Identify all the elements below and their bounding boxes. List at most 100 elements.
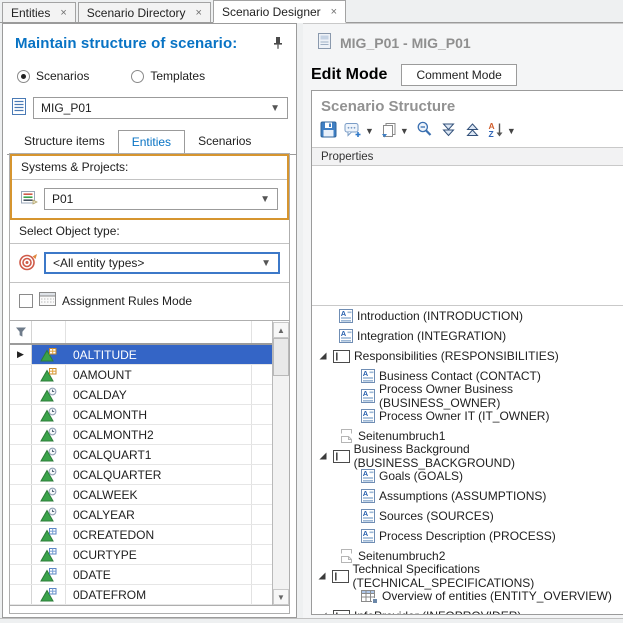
text-node-icon: A [361, 409, 375, 423]
zoom-icon [416, 121, 433, 141]
tab-structure-items[interactable]: Structure items [11, 130, 118, 154]
entity-row[interactable]: 0AMOUNT [10, 365, 272, 385]
copy-button[interactable]: ▼ [380, 121, 410, 142]
structure-toolbar: ▼▼AZ▼ [312, 118, 623, 147]
properties-empty-area [312, 166, 623, 305]
tree-node[interactable]: InfoProvider (INFOPROVIDER) [312, 606, 623, 614]
object-type-label: Select Object type: [10, 220, 289, 244]
entity-row[interactable]: 0CALWEEK [10, 485, 272, 505]
entity-row[interactable]: 0CALQUARTER [10, 465, 272, 485]
entity-list: ▶0ALTITUDE0AMOUNT0CALDAY0CALMONTH0CALMON… [10, 344, 289, 605]
entity-type-icon [32, 485, 66, 504]
collapse-all-button[interactable] [463, 121, 482, 142]
row-indicator [10, 485, 32, 504]
entity-type-icon [32, 585, 66, 604]
entity-scrollbar[interactable]: ▲ ▼ [272, 322, 289, 605]
scenario-dropdown[interactable]: MIG_P01 ▼ [33, 97, 288, 119]
header-cell[interactable] [66, 321, 252, 343]
chevron-down-icon[interactable]: ▼ [400, 126, 409, 136]
tree-node-label: Responsibilities (RESPONSIBILITIES) [354, 349, 559, 363]
entity-type-icon [32, 505, 66, 524]
comment-button[interactable]: ▼ [343, 121, 375, 142]
tree-node[interactable]: Technical Specifications (TECHNICAL_SPEC… [312, 566, 623, 586]
entity-row[interactable]: 0DATE [10, 565, 272, 585]
scroll-down-icon[interactable]: ▼ [273, 589, 289, 605]
entity-name: 0CREATEDON [66, 525, 252, 544]
chevron-down-icon[interactable]: ▼ [507, 126, 516, 136]
entity-type-icon [32, 425, 66, 444]
entity-row[interactable]: 0CALMONTH2 [10, 425, 272, 445]
tree-node-label: Business Contact (CONTACT) [379, 369, 541, 383]
entity-extra-cell [252, 365, 272, 384]
entity-row[interactable]: 0CALYEAR [10, 505, 272, 525]
tree-node[interactable]: AProcess Description (PROCESS) [312, 526, 623, 546]
entity-name: 0CALQUARTER [66, 465, 252, 484]
tab-scenarios-page[interactable]: Scenarios [185, 130, 264, 154]
object-type-dropdown[interactable]: <All entity types> ▼ [44, 252, 280, 274]
save-button[interactable] [319, 120, 338, 142]
radio-scenarios[interactable]: Scenarios [17, 69, 89, 83]
tree-node[interactable]: AIntegration (INTEGRATION) [312, 326, 623, 346]
text-node-icon: A [361, 489, 375, 503]
entity-row[interactable]: 0CALQUART1 [10, 445, 272, 465]
tree-node[interactable]: ASources (SOURCES) [312, 506, 623, 526]
tab-scenario-designer[interactable]: Scenario Designer × [213, 0, 346, 23]
tree-node[interactable]: AAssumptions (ASSUMPTIONS) [312, 486, 623, 506]
tree-node[interactable]: Responsibilities (RESPONSIBILITIES) [312, 346, 623, 366]
expand-arrow-icon[interactable] [317, 351, 329, 361]
header-cell[interactable] [32, 321, 66, 343]
entity-row[interactable]: 0CREATEDON [10, 525, 272, 545]
entity-extra-cell [252, 405, 272, 424]
entity-row[interactable]: 0CALDAY [10, 385, 272, 405]
entity-name: 0CALMONTH [66, 405, 252, 424]
zoom-button[interactable] [415, 120, 434, 142]
tree-node-label: Integration (INTEGRATION) [357, 329, 506, 343]
pin-icon[interactable] [270, 35, 286, 51]
row-indicator [10, 525, 32, 544]
expand-all-button[interactable] [439, 121, 458, 142]
close-icon[interactable]: × [331, 6, 337, 18]
save-icon [320, 121, 337, 141]
svg-text:A: A [363, 389, 369, 398]
tab-entities-page[interactable]: Entities [118, 130, 185, 155]
tree-node[interactable]: Business Background (BUSINESS_BACKGROUND… [312, 446, 623, 466]
radio-templates[interactable]: Templates [131, 69, 205, 83]
assignment-rules-label: Assignment Rules Mode [62, 294, 192, 308]
close-icon[interactable]: × [60, 7, 66, 19]
entity-row[interactable]: 0DATEFROM [10, 585, 272, 605]
tree-node-label: Technical Specifications (TECHNICAL_SPEC… [353, 562, 623, 590]
scroll-up-icon[interactable]: ▲ [273, 322, 289, 338]
expand-arrow-icon[interactable] [317, 451, 329, 461]
filter-icon[interactable] [10, 321, 32, 343]
entity-extra-cell [252, 345, 272, 364]
entity-name: 0CALMONTH2 [66, 425, 252, 444]
comment-icon [344, 122, 362, 141]
row-indicator [10, 405, 32, 424]
row-indicator: ▶ [10, 345, 32, 364]
target-icon [19, 253, 38, 274]
tab-label: Scenario Designer [222, 5, 321, 19]
tree-node-label: Seitenumbruch2 [358, 549, 445, 563]
tab-entities[interactable]: Entities × [2, 2, 76, 22]
entity-name: 0AMOUNT [66, 365, 252, 384]
maintain-structure-panel: Maintain structure of scenario: Scenario… [2, 23, 297, 618]
tree-node[interactable]: AProcess Owner Business (BUSINESS_OWNER) [312, 386, 623, 406]
entity-row[interactable]: 0CALMONTH [10, 405, 272, 425]
entity-type-icon [32, 365, 66, 384]
comment-mode-button[interactable]: Comment Mode [401, 64, 516, 86]
tree-node-label: Overview of entities (ENTITY_OVERVIEW) [382, 589, 612, 603]
system-dropdown[interactable]: P01 ▼ [44, 188, 278, 210]
entity-extra-cell [252, 525, 272, 544]
entity-row[interactable]: ▶0ALTITUDE [10, 345, 272, 365]
entity-row[interactable]: 0CURTYPE [10, 545, 272, 565]
tab-scenario-directory[interactable]: Scenario Directory × [78, 2, 211, 22]
properties-header: Properties [312, 147, 623, 166]
scroll-thumb[interactable] [273, 338, 289, 376]
tree-node[interactable]: AIntroduction (INTRODUCTION) [312, 306, 623, 326]
sort-az-button[interactable]: AZ▼ [487, 120, 517, 142]
expand-arrow-icon[interactable] [317, 571, 328, 581]
chevron-down-icon[interactable]: ▼ [365, 126, 374, 136]
close-icon[interactable]: × [196, 7, 202, 19]
assignment-rules-checkbox[interactable] [19, 294, 33, 308]
expand-arrow-icon[interactable] [317, 611, 329, 614]
